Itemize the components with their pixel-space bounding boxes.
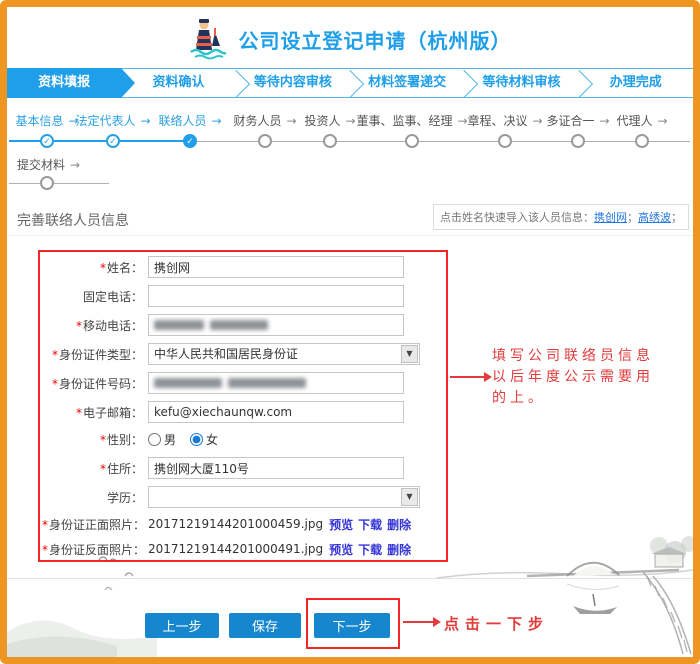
gender-option-male[interactable]: 男 [148, 431, 176, 448]
form-row-id-back-photo: *身份证反面照片： 20171219144201000491.jpg 预览 下载… [42, 541, 446, 557]
name-input[interactable] [148, 256, 404, 278]
step-circle-todo [40, 176, 54, 190]
next-step-button[interactable]: 下一步 [314, 613, 390, 638]
preview-link[interactable]: 预览 [329, 516, 353, 533]
form-row-email: *电子邮箱： [42, 401, 446, 423]
censored-value [154, 378, 222, 388]
required-mark: * [52, 348, 58, 362]
preview-link[interactable]: 预览 [329, 541, 353, 558]
tab-sign-submit[interactable]: 材料签署递交 [350, 69, 464, 97]
step-circle-current: ✓ [183, 134, 197, 148]
page-header: 公司设立登记申请（杭州版） [7, 12, 693, 66]
form-row-fixed-phone: 固定电话： [42, 285, 446, 307]
step-circle-todo [635, 134, 649, 148]
mobile-phone-input[interactable] [148, 314, 404, 336]
gender-radio-female[interactable] [190, 433, 203, 446]
required-mark: * [42, 518, 48, 532]
required-mark: * [100, 433, 106, 447]
page-title: 公司设立登记申请（杭州版） [239, 25, 512, 54]
delete-link[interactable]: 删除 [387, 516, 411, 533]
tab-data-confirm[interactable]: 资料确认 [121, 69, 235, 97]
form-note: 填写公司联络员信息 以后年度公示需要用 的上。 [492, 346, 677, 409]
required-mark: * [42, 543, 48, 557]
education-select[interactable]: ▼ [148, 486, 420, 508]
id-type-select[interactable]: 中华人民共和国居民身份证 ▼ [148, 343, 420, 365]
tab-data-entry[interactable]: 资料填报 [7, 68, 121, 98]
form-row-id-front-photo: *身份证正面照片： 20171219144201000459.jpg 预览 下载… [42, 516, 446, 532]
tab-complete[interactable]: 办理完成 [579, 69, 693, 97]
address-input[interactable] [148, 457, 404, 479]
step-submit-materials[interactable]: 提交材料→ [0, 156, 117, 173]
step-circle-todo [498, 134, 512, 148]
quick-import-box: 点击姓名快速导入该人员信息：携创网；高绣波； [433, 204, 689, 230]
gender-radio-male[interactable] [148, 433, 161, 446]
form-row-mobile-phone: *移动电话： [42, 314, 446, 336]
company-registration-page: 公司设立登记申请（杭州版） 资料填报 资料确认 等待内容审核 材料签署递交 等待… [0, 0, 700, 664]
censored-value [154, 320, 204, 330]
section-divider [7, 235, 693, 236]
step-circle-todo [258, 134, 272, 148]
step-circle-done: ✓ [40, 134, 54, 148]
section-title: 完善联络人员信息 [17, 210, 129, 230]
form-highlight-box: *姓名： 固定电话： *移动电话： *身份证件类型： 中华人民共和国居民身份证 … [38, 250, 448, 562]
next-hint-arrow [403, 621, 433, 623]
quick-import-link-2[interactable]: 高绣波 [638, 211, 671, 224]
form-row-id-number: *身份证件号码： [42, 372, 446, 394]
previous-step-button[interactable]: 上一步 [145, 613, 219, 638]
note-arrow [450, 376, 484, 378]
download-link[interactable]: 下载 [358, 516, 382, 533]
id-back-filename: 20171219144201000491.jpg [148, 542, 323, 556]
step-circle-done: ✓ [106, 134, 120, 148]
step-line-2 [9, 183, 109, 184]
required-mark: * [100, 462, 106, 476]
progress-tabbar: 资料填报 资料确认 等待内容审核 材料签署递交 等待材料审核 办理完成 [7, 68, 693, 98]
required-mark: * [52, 377, 58, 391]
tab-content-review[interactable]: 等待内容审核 [236, 69, 350, 97]
step-agent[interactable]: 代理人→ [567, 112, 700, 129]
save-button[interactable]: 保存 [229, 613, 301, 638]
censored-value [210, 320, 268, 330]
id-number-input[interactable] [148, 372, 404, 394]
step-nav: 基本信息→ 法定代表人→ 联络人员→ 财务人员→ 投资人→ 董事、监事、经理→ … [7, 110, 693, 202]
required-mark: * [76, 319, 82, 333]
next-hint-text: 点击一下步 [444, 613, 549, 634]
dropdown-arrow-icon[interactable]: ▼ [401, 488, 418, 506]
form-row-gender: *性别： 男 女 [42, 430, 446, 448]
step-line-done [9, 140, 190, 142]
required-mark: * [76, 406, 82, 420]
gender-option-female[interactable]: 女 [190, 431, 218, 448]
dropdown-arrow-icon[interactable]: ▼ [401, 345, 418, 363]
step-circle-todo [571, 134, 585, 148]
bottom-divider [7, 578, 693, 579]
quick-import-link-1[interactable]: 携创网 [594, 211, 627, 224]
download-link[interactable]: 下载 [358, 541, 382, 558]
tab-material-review[interactable]: 等待材料审核 [464, 69, 578, 97]
form-row-education: 学历： ▼ [42, 486, 446, 508]
form-row-id-type: *身份证件类型： 中华人民共和国居民身份证 ▼ [42, 343, 446, 365]
lighthouse-sailor-logo [189, 18, 227, 60]
censored-value [228, 378, 306, 388]
step-circle-todo [405, 134, 419, 148]
delete-link[interactable]: 删除 [387, 541, 411, 558]
id-front-filename: 20171219144201000459.jpg [148, 517, 323, 531]
email-input[interactable] [148, 401, 404, 423]
required-mark: * [100, 261, 106, 275]
step-circle-todo [323, 134, 337, 148]
form-row-name: *姓名： [42, 256, 446, 278]
fixed-phone-input[interactable] [148, 285, 404, 307]
form-row-address: *住所： [42, 457, 446, 479]
